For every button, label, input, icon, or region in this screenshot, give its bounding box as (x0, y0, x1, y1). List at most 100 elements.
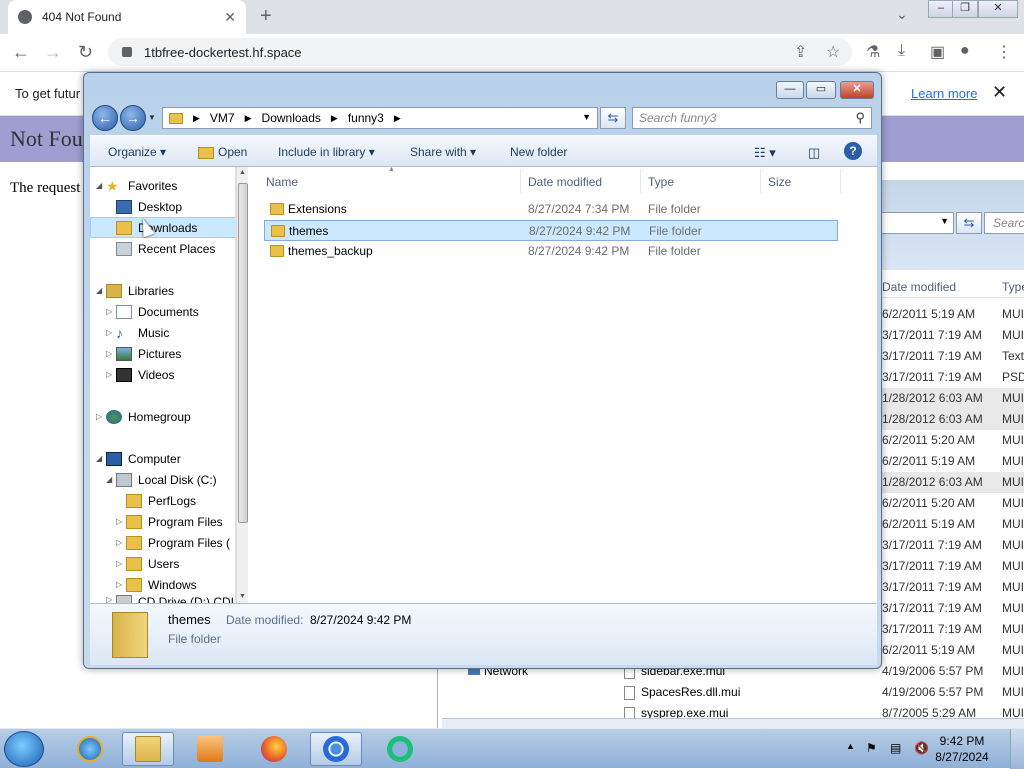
column-divider[interactable] (760, 169, 761, 193)
expand-arrow-icon[interactable]: ◢ (96, 454, 106, 463)
share-icon[interactable]: ⇪ (794, 42, 807, 62)
bg-row[interactable]: 3/17/2011 7:19 AM MUI (878, 598, 1024, 619)
column-type[interactable]: Type (648, 175, 674, 189)
collapse-arrow-icon[interactable]: ▷ (116, 559, 126, 568)
organize-button[interactable]: Organize ▾ (108, 145, 166, 159)
chrome-taskbar-icon[interactable] (310, 732, 362, 766)
column-size[interactable]: Size (768, 175, 791, 189)
restore-button[interactable]: ❐ (952, 0, 978, 18)
nav-program-files[interactable]: ▷ Program Files (90, 511, 235, 532)
learn-more-link[interactable]: Learn more (911, 86, 977, 101)
collapse-arrow-icon[interactable]: ▷ (116, 538, 126, 547)
close-tab-icon[interactable]: ✕ (224, 9, 236, 26)
nav-windows[interactable]: ▷ Windows (90, 574, 235, 595)
bg-row[interactable]: 6/2/2011 5:19 AM MUI (878, 304, 1024, 325)
chevron-right-icon[interactable]: ▶ (331, 113, 338, 124)
tab-search-icon[interactable]: ⌄ (896, 6, 908, 23)
address-bar[interactable]: 1tbfree-dockertest.hf.space (108, 38, 852, 66)
search-input[interactable]: Search funny3 ⚲ (632, 107, 872, 129)
firefox-taskbar-icon[interactable] (248, 732, 300, 766)
collapse-arrow-icon[interactable]: ▷ (106, 307, 116, 316)
collapse-arrow-icon[interactable]: ▷ (116, 517, 126, 526)
bg-row[interactable]: 1/28/2012 6:03 AM MUI (878, 472, 1024, 493)
show-hidden-icons-icon[interactable]: ▲ (846, 741, 855, 751)
scroll-down-icon[interactable]: ▼ (239, 593, 246, 600)
profile-avatar-icon[interactable]: ● (960, 42, 970, 60)
lab-icon[interactable]: ⚗ (866, 42, 880, 62)
breadcrumb-vm7[interactable]: VM7 (210, 111, 235, 125)
dialog-close-button[interactable]: ✕ (840, 81, 874, 99)
nav-users[interactable]: ▷ Users (90, 553, 235, 574)
chevron-right-icon[interactable]: ▶ (245, 113, 252, 124)
nav-recent-places[interactable]: Recent Places (90, 238, 235, 259)
bg-row[interactable]: 3/17/2011 7:19 AM MUI (878, 535, 1024, 556)
bg-col-type[interactable]: Type (1002, 280, 1024, 294)
nav-documents[interactable]: ▷ Documents (90, 301, 235, 322)
collapse-arrow-icon[interactable]: ▷ (106, 349, 116, 358)
sidepanel-icon[interactable]: ▣ (930, 42, 945, 62)
minimize-button[interactable]: – (928, 0, 954, 18)
menu-kebab-icon[interactable]: ⋮ (996, 42, 1012, 62)
forward-button[interactable]: → (120, 105, 146, 131)
nav-perflogs[interactable]: PerfLogs (90, 490, 235, 511)
bg-refresh-icon[interactable]: ⇆ (956, 212, 982, 234)
view-options-icon[interactable]: ☷ ▾ (754, 145, 776, 161)
nav-videos[interactable]: ▷ Videos (90, 364, 235, 385)
expand-arrow-icon[interactable]: ◢ (106, 475, 116, 484)
file-item[interactable]: SpacesRes.dll.mui (624, 685, 740, 700)
forward-icon[interactable]: → (44, 42, 62, 63)
bg-row[interactable]: 6/2/2011 5:20 AM MUI (878, 430, 1024, 451)
nav-favorites[interactable]: ◢ ★ Favorites (90, 175, 235, 196)
bg-row[interactable]: 1/28/2012 6:03 AM MUI (878, 409, 1024, 430)
nav-desktop[interactable]: Desktop (90, 196, 235, 217)
ie-taskbar-icon[interactable] (64, 732, 116, 766)
nav-downloads[interactable]: Downloads (90, 217, 235, 238)
scrollbar-thumb[interactable] (238, 183, 248, 523)
preview-pane-icon[interactable]: ◫ (808, 145, 820, 161)
back-button[interactable]: ← (92, 105, 118, 131)
file-row-themes-backup[interactable]: themes_backup 8/27/2024 9:42 PM File fol… (264, 241, 838, 262)
clock[interactable]: 9:42 PM 8/27/2024 (930, 733, 994, 765)
recent-pages-icon[interactable]: ▼ (148, 113, 156, 122)
collapse-arrow-icon[interactable]: ▷ (96, 412, 106, 421)
back-icon[interactable]: ← (12, 42, 30, 63)
bg-row[interactable]: 3/17/2011 7:19 AM PSD (878, 367, 1024, 388)
app-taskbar-icon[interactable] (374, 732, 426, 766)
bg-row[interactable]: 6/2/2011 5:19 AM MUI (878, 514, 1024, 535)
bg-row[interactable]: 6/2/2011 5:20 AM MUI (878, 493, 1024, 514)
dialog-minimize-button[interactable]: — (776, 81, 804, 99)
bg-row[interactable]: 3/17/2011 7:19 AM MUI (878, 619, 1024, 640)
include-in-library-button[interactable]: Include in library ▾ (278, 145, 375, 159)
chevron-right-icon[interactable]: ▶ (394, 113, 401, 124)
nav-music[interactable]: ▷ ♪ Music (90, 322, 235, 343)
bg-row[interactable]: 4/19/2006 5:57 PM MUI (878, 682, 1024, 703)
browser-tab[interactable]: 404 Not Found ✕ (8, 0, 246, 34)
bg-search-input[interactable]: Search (984, 212, 1024, 234)
file-row-themes[interactable]: themes 8/27/2024 9:42 PM File folder (264, 220, 838, 241)
collapse-arrow-icon[interactable]: ▷ (106, 595, 116, 603)
scroll-up-icon[interactable]: ▲ (239, 169, 246, 176)
nav-cd-drive[interactable]: ▷ CD Drive (D:) CDI (90, 595, 235, 603)
bg-row[interactable]: 6/2/2011 5:19 AM MUI (878, 451, 1024, 472)
nav-libraries[interactable]: ◢ Libraries (90, 280, 235, 301)
show-desktop-button[interactable] (1010, 729, 1024, 769)
bg-row[interactable]: 8/7/2005 5:29 AM MUI (878, 703, 1024, 717)
file-row-extensions[interactable]: Extensions 8/27/2024 7:34 PM File folder (264, 199, 838, 220)
nav-homegroup[interactable]: ▷ Homegroup (90, 406, 235, 427)
close-window-button[interactable]: ✕ (978, 0, 1018, 18)
dropdown-arrow-icon[interactable]: ▼ (582, 112, 591, 122)
nav-pictures[interactable]: ▷ Pictures (90, 343, 235, 364)
column-date-modified[interactable]: Date modified (528, 175, 602, 189)
collapse-arrow-icon[interactable]: ▷ (106, 370, 116, 379)
bookmark-star-icon[interactable]: ☆ (826, 42, 840, 62)
new-tab-button[interactable]: + (260, 5, 272, 28)
bg-col-date[interactable]: Date modified (882, 280, 956, 294)
explorer-taskbar-icon[interactable] (122, 732, 174, 766)
open-button[interactable]: Open (198, 145, 247, 159)
chevron-right-icon[interactable]: ▶ (193, 113, 200, 124)
nav-computer[interactable]: ◢ Computer (90, 448, 235, 469)
bg-row[interactable]: 3/17/2011 7:19 AM MUI (878, 577, 1024, 598)
network-tray-icon[interactable]: ▤ (890, 741, 901, 755)
bg-row[interactable]: 1/28/2012 6:03 AM MUI (878, 388, 1024, 409)
start-button[interactable] (4, 731, 44, 767)
